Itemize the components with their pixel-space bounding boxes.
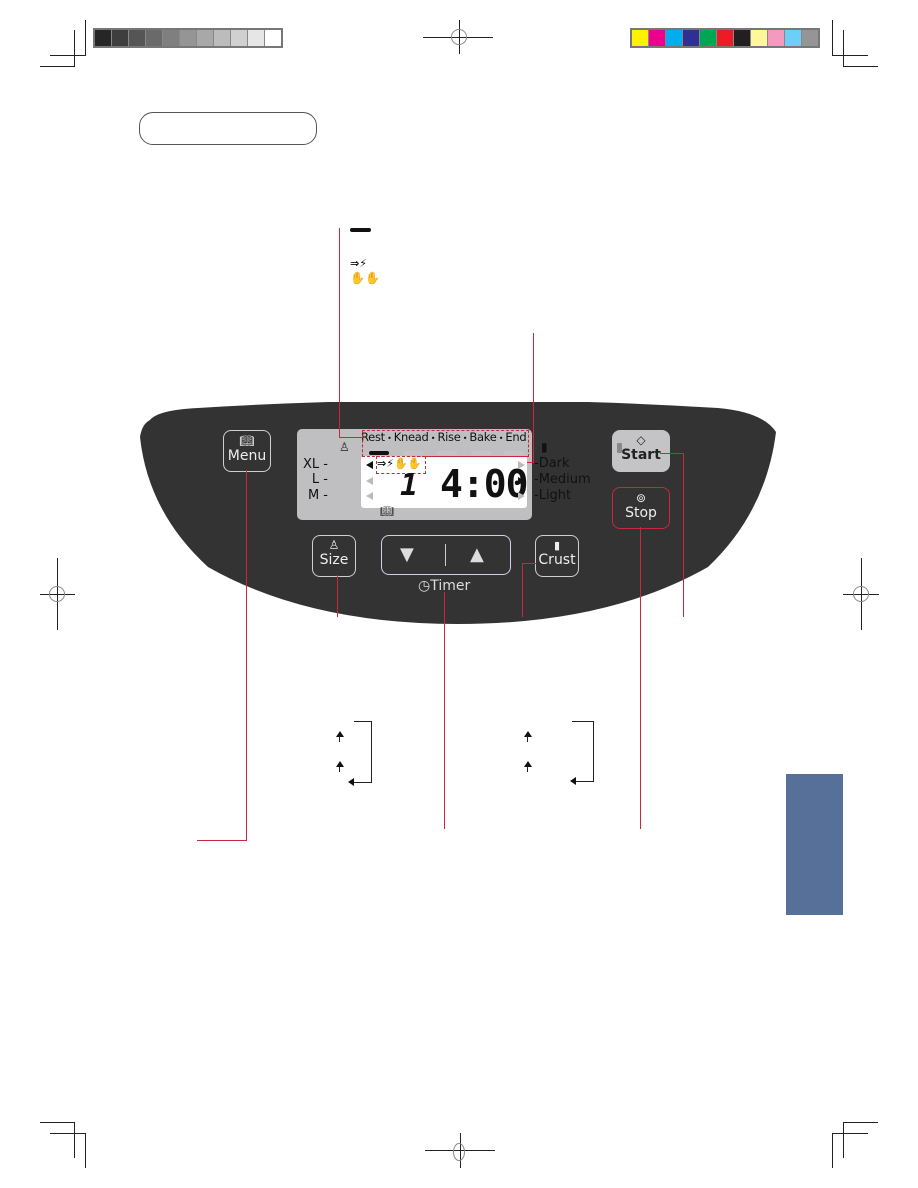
color-swatch-5: [717, 30, 734, 46]
callout-stop: [640, 527, 641, 829]
lcd-menu-book-icon: 📖︎: [380, 505, 394, 518]
crust-indicator-medium: [518, 477, 525, 485]
stop-label: Stop: [625, 505, 657, 521]
weight-icon: ♙: [339, 440, 350, 454]
color-swatch-7: [751, 30, 768, 46]
phase-bar-bake: [471, 451, 491, 455]
phase-bar-rise: [437, 451, 457, 455]
size-button[interactable]: ♙ Size: [312, 535, 356, 577]
stop-button[interactable]: ⊚ Stop: [612, 487, 670, 529]
size-indicator-xl: [366, 461, 373, 469]
crust-label-medium: -Medium: [534, 472, 591, 487]
menu-number-display: 1: [400, 468, 419, 503]
gray-swatch-5: [180, 30, 197, 46]
phase-bar-end: [504, 451, 524, 455]
gray-swatch-0: [95, 30, 112, 46]
clock-icon: ◷: [418, 578, 431, 594]
color-swatch-0: [632, 30, 649, 46]
color-swatch-1: [649, 30, 666, 46]
size-weight-icon: ♙: [328, 538, 340, 552]
section-heading-pill: [139, 112, 317, 145]
crust-bread-icon: ▮: [553, 539, 561, 552]
crust-button[interactable]: ▮ Crust: [535, 535, 579, 577]
color-swatch-4: [700, 30, 717, 46]
timer-divider: [445, 544, 446, 566]
callout-timer: [444, 592, 445, 829]
gray-swatch-9: [248, 30, 265, 46]
time-callout-line: [424, 456, 527, 457]
color-swatch-2: [666, 30, 683, 46]
phase-bar-knead: [403, 451, 423, 455]
menu-label: Menu: [227, 448, 267, 464]
gray-swatch-8: [231, 30, 248, 46]
crust-label-light: -Light: [534, 488, 572, 503]
color-swatch-bar: [630, 28, 820, 48]
color-swatch-3: [683, 30, 700, 46]
menu-button[interactable]: 📖︎ Menu: [223, 430, 271, 472]
size-label-xl: XL -: [303, 457, 328, 472]
gray-swatch-3: [146, 30, 163, 46]
size-indicator-m: [366, 492, 373, 500]
color-swatch-9: [785, 30, 802, 46]
size-label-l: L -: [311, 472, 328, 487]
bread-icon: ▮: [541, 440, 548, 454]
chapter-side-tab: [786, 774, 843, 915]
stop-icon: ⊚: [635, 491, 647, 505]
color-swatch-6: [734, 30, 751, 46]
start-button[interactable]: ◇ Start: [612, 430, 670, 472]
gray-swatch-bar: [93, 28, 283, 48]
color-swatch-8: [768, 30, 785, 46]
gray-swatch-7: [214, 30, 231, 46]
gray-swatch-4: [163, 30, 180, 46]
book-icon: 📖︎: [239, 434, 255, 448]
size-label-m: M -: [307, 488, 328, 503]
size-label: Size: [319, 552, 349, 568]
power-failure-icon: ⇒⚡: [350, 257, 367, 270]
start-indicator-light: [617, 443, 622, 453]
crust-indicator-dark: [518, 461, 525, 469]
progress-bar-icon: [350, 228, 371, 232]
gray-swatch-10: [265, 30, 281, 46]
color-swatch-10: [802, 30, 818, 46]
timer-down-button[interactable]: ▼: [400, 544, 414, 565]
phase-bar-rest: [369, 451, 389, 455]
timer-button-group: ▼ ▲: [381, 535, 511, 575]
timer-up-button[interactable]: ▲: [470, 544, 484, 565]
callout-size: [337, 575, 338, 617]
crust-label-dark: -Dark: [534, 456, 570, 471]
time-display: 4:00: [440, 462, 529, 506]
gray-swatch-1: [112, 30, 129, 46]
crust-label: Crust: [538, 552, 576, 568]
size-indicator-l: [366, 477, 373, 485]
add-ingredients-icon: ✋✋: [350, 271, 380, 285]
crust-indicator-light: [518, 492, 525, 500]
gray-swatch-6: [197, 30, 214, 46]
gray-swatch-2: [129, 30, 146, 46]
